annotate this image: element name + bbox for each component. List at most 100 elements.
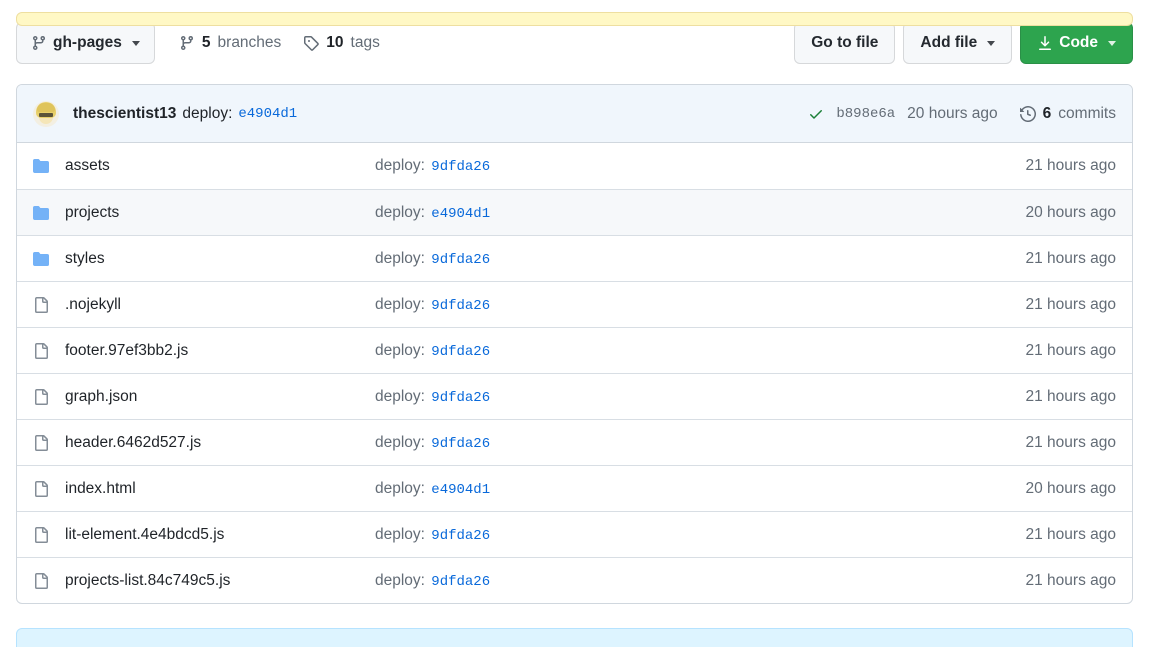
file-rows: assetsdeploy: 9dfda2621 hours agoproject…: [17, 143, 1132, 603]
commit-message-hash-link[interactable]: e4904d1: [238, 106, 297, 122]
commit-hash-link[interactable]: e4904d1: [431, 206, 490, 222]
file-name-link[interactable]: projects: [65, 204, 375, 222]
commits-label: commits: [1058, 105, 1116, 123]
branches-count: 5: [202, 34, 211, 52]
branch-selector-label: gh-pages: [53, 34, 122, 52]
top-notice-banner: [16, 12, 1133, 26]
commit-hash-link[interactable]: 9dfda26: [431, 574, 490, 590]
commit-message-text: deploy:: [375, 388, 425, 405]
commit-message-cell: deploy: e4904d1: [375, 204, 966, 222]
repo-toolbar: gh-pages 5 branches 10: [16, 22, 1133, 64]
commit-hash-link[interactable]: 9dfda26: [431, 159, 490, 175]
table-row[interactable]: assetsdeploy: 9dfda2621 hours ago: [17, 143, 1132, 189]
file-name-link[interactable]: projects-list.84c749c5.js: [65, 572, 375, 590]
commit-time-cell: 21 hours ago: [966, 342, 1116, 360]
file-name-link[interactable]: footer.97ef3bb2.js: [65, 342, 375, 360]
tag-icon: [303, 35, 319, 51]
commit-message-cell: deploy: e4904d1: [375, 480, 966, 498]
commit-message-text: deploy:: [375, 480, 425, 497]
commit-meta: b898e6a 20 hours ago 6 commits: [808, 105, 1116, 123]
repository-file-browser: gh-pages 5 branches 10: [0, 22, 1149, 647]
file-name-link[interactable]: assets: [65, 157, 375, 175]
commit-message: deploy:: [182, 105, 232, 123]
file-name-link[interactable]: header.6462d527.js: [65, 434, 375, 452]
commit-message-cell: deploy: 9dfda26: [375, 296, 966, 314]
file-icon: [33, 527, 49, 543]
table-row[interactable]: footer.97ef3bb2.jsdeploy: 9dfda2621 hour…: [17, 327, 1132, 373]
commit-sha-link[interactable]: b898e6a: [836, 106, 895, 122]
bottom-info-panel: [16, 628, 1133, 647]
history-icon: [1020, 106, 1036, 122]
commit-message-text: deploy:: [375, 204, 425, 221]
commit-time-cell: 21 hours ago: [966, 250, 1116, 268]
file-icon: [33, 343, 49, 359]
file-name-link[interactable]: styles: [65, 250, 375, 268]
commit-time-cell: 21 hours ago: [966, 526, 1116, 544]
file-icon: [33, 389, 49, 405]
commit-hash-link[interactable]: 9dfda26: [431, 436, 490, 452]
chevron-down-icon: [987, 41, 995, 46]
repo-action-buttons: Go to file Add file Code: [794, 22, 1133, 64]
add-file-label: Add file: [920, 34, 977, 52]
commit-hash-link[interactable]: 9dfda26: [431, 252, 490, 268]
go-to-file-button[interactable]: Go to file: [794, 22, 895, 64]
branches-label: branches: [218, 34, 282, 52]
table-row[interactable]: projects-list.84c749c5.jsdeploy: 9dfda26…: [17, 557, 1132, 603]
file-icon: [33, 297, 49, 313]
latest-commit-header: thescientist13 deploy: e4904d1 b898e6a 2…: [17, 85, 1132, 143]
add-file-button[interactable]: Add file: [903, 22, 1012, 64]
table-row[interactable]: .nojekylldeploy: 9dfda2621 hours ago: [17, 281, 1132, 327]
commit-hash-link[interactable]: 9dfda26: [431, 528, 490, 544]
commit-hash-link[interactable]: 9dfda26: [431, 390, 490, 406]
git-branch-icon: [31, 35, 47, 51]
commits-count: 6: [1043, 105, 1052, 123]
commits-history-link[interactable]: 6 commits: [1020, 105, 1116, 123]
file-name-link[interactable]: graph.json: [65, 388, 375, 406]
commit-hash-link[interactable]: 9dfda26: [431, 298, 490, 314]
table-row[interactable]: graph.jsondeploy: 9dfda2621 hours ago: [17, 373, 1132, 419]
commit-message-cell: deploy: 9dfda26: [375, 388, 966, 406]
commit-time-cell: 21 hours ago: [966, 157, 1116, 175]
table-row[interactable]: projectsdeploy: e4904d120 hours ago: [17, 189, 1132, 235]
table-row[interactable]: stylesdeploy: 9dfda26 21 hours ago: [17, 235, 1132, 281]
file-icon: [33, 481, 49, 497]
file-name-link[interactable]: .nojekyll: [65, 296, 375, 314]
commit-message-text: deploy:: [375, 296, 425, 313]
folder-icon: [33, 205, 49, 221]
commit-author-link[interactable]: thescientist13: [73, 105, 176, 123]
folder-icon: [33, 251, 49, 267]
commit-message-text: deploy:: [375, 572, 425, 589]
file-list-container: thescientist13 deploy: e4904d1 b898e6a 2…: [16, 84, 1133, 604]
download-icon: [1037, 35, 1053, 51]
commit-time-cell: 21 hours ago: [966, 434, 1116, 452]
chevron-down-icon: [1108, 41, 1116, 46]
file-icon: [33, 435, 49, 451]
commit-message-text: deploy:: [375, 342, 425, 359]
branch-selector-button[interactable]: gh-pages: [16, 22, 155, 64]
commit-message-text: deploy:: [375, 434, 425, 451]
file-name-link[interactable]: index.html: [65, 480, 375, 498]
commit-time-cell: 21 hours ago: [966, 296, 1116, 314]
branches-link[interactable]: 5 branches: [179, 34, 281, 52]
commit-message-text: deploy:: [375, 250, 425, 267]
commit-hash-link[interactable]: 9dfda26: [431, 344, 490, 360]
table-row[interactable]: header.6462d527.jsdeploy: 9dfda2621 hour…: [17, 419, 1132, 465]
commit-message-cell: deploy: 9dfda26: [375, 572, 966, 590]
table-row[interactable]: index.htmldeploy: e4904d120 hours ago: [17, 465, 1132, 511]
check-icon[interactable]: [808, 106, 824, 122]
file-icon: [33, 573, 49, 589]
file-name-link[interactable]: lit-element.4e4bdcd5.js: [65, 526, 375, 544]
tags-link[interactable]: 10 tags: [303, 34, 380, 52]
commit-message-text: deploy:: [375, 526, 425, 543]
commit-message-cell: deploy: 9dfda26: [375, 342, 966, 360]
code-button-label: Code: [1059, 34, 1098, 52]
repo-meta-group: 5 branches 10 tags: [179, 34, 380, 52]
table-row[interactable]: lit-element.4e4bdcd5.jsdeploy: 9dfda26 21…: [17, 511, 1132, 557]
avatar: [33, 101, 59, 127]
commit-hash-link[interactable]: e4904d1: [431, 482, 490, 498]
tags-label: tags: [351, 34, 380, 52]
code-button[interactable]: Code: [1020, 22, 1133, 64]
git-branch-icon: [179, 35, 195, 51]
chevron-down-icon: [132, 41, 140, 46]
commit-message-cell: deploy: 9dfda26: [375, 434, 966, 452]
